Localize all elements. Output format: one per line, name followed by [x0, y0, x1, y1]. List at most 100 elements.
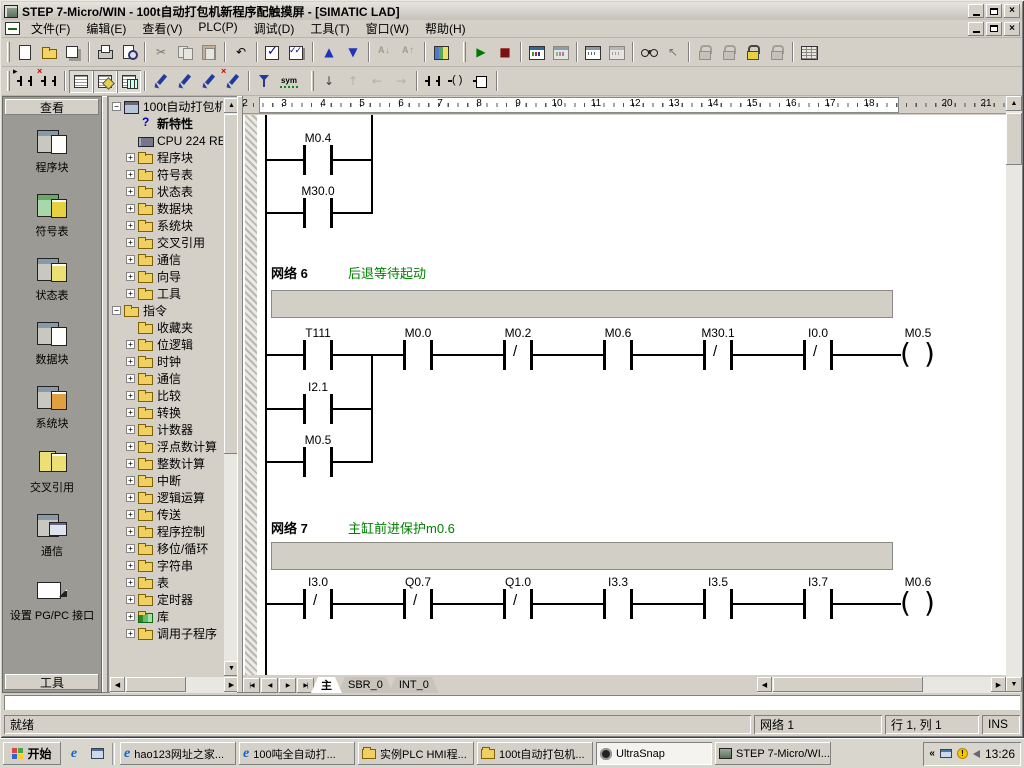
- expand-icon[interactable]: +: [126, 357, 135, 366]
- tree-item-8[interactable]: +交叉引用: [110, 234, 223, 251]
- expand-icon[interactable]: +: [126, 170, 135, 179]
- read-force-button[interactable]: [765, 41, 789, 64]
- view-table-button[interactable]: [117, 70, 141, 93]
- collapse-icon[interactable]: −: [112, 306, 121, 315]
- toolbar-grip[interactable]: [311, 71, 314, 91]
- task-button-5[interactable]: STEP 7-Micro/WI...: [715, 742, 831, 765]
- mdi-system-icon[interactable]: [5, 22, 20, 35]
- expand-icon[interactable]: +: [126, 510, 135, 519]
- insert-contact-button[interactable]: [421, 70, 445, 93]
- pou-tab-2[interactable]: INT_0: [389, 677, 439, 693]
- tree-item-0[interactable]: −100t自动打包机新: [110, 98, 223, 115]
- read-all-button[interactable]: [637, 41, 661, 64]
- tray-volume-icon[interactable]: [973, 750, 980, 758]
- navbar-item-1[interactable]: 符号表: [3, 183, 101, 247]
- expand-icon[interactable]: +: [126, 340, 135, 349]
- tray-alert-icon[interactable]: !: [957, 748, 968, 759]
- editor-hscroll-thumb[interactable]: [773, 677, 923, 692]
- expand-icon[interactable]: +: [126, 221, 135, 230]
- toolbar-grip[interactable]: [463, 42, 466, 62]
- contact-I3.3[interactable]: I3.3: [578, 575, 658, 621]
- tree-item-5[interactable]: +状态表: [110, 183, 223, 200]
- toolbar-grip[interactable]: [7, 71, 10, 91]
- tab-nav-first-icon[interactable]: |◀: [243, 678, 260, 693]
- task-button-4[interactable]: UltraSnap: [596, 742, 712, 765]
- pause-chart-status-button[interactable]: [605, 41, 629, 64]
- menu-item-1[interactable]: 编辑(E): [78, 18, 134, 39]
- save-button[interactable]: [61, 41, 85, 64]
- task-button-1[interactable]: e100吨全自动打...: [239, 742, 355, 765]
- chart-status-button[interactable]: [581, 41, 605, 64]
- menu-item-2[interactable]: 查看(V): [134, 18, 190, 39]
- expand-icon[interactable]: +: [126, 595, 135, 604]
- unforce-button[interactable]: [717, 41, 741, 64]
- expand-icon[interactable]: +: [126, 374, 135, 383]
- program-status-button[interactable]: [525, 41, 549, 64]
- tree-item-6[interactable]: +数据块: [110, 200, 223, 217]
- tree-item-23[interactable]: +逻辑运算: [110, 489, 223, 506]
- navbar-item-7[interactable]: 设置 PG/PC 接口: [3, 567, 101, 631]
- scroll-up-icon[interactable]: ▲: [1006, 96, 1022, 111]
- task-button-3[interactable]: 100t自动打包机...: [477, 742, 593, 765]
- tree-item-15[interactable]: +时钟: [110, 353, 223, 370]
- print-preview-button[interactable]: [117, 41, 141, 64]
- tree-item-3[interactable]: +程序块: [110, 149, 223, 166]
- pou-tab-1[interactable]: SBR_0: [338, 677, 393, 693]
- goto-down-button[interactable]: ↓: [317, 70, 341, 93]
- insert-network-button[interactable]: ▸: [13, 70, 37, 93]
- expand-icon[interactable]: +: [126, 493, 135, 502]
- contact-I3.5[interactable]: I3.5: [678, 575, 758, 621]
- tree-item-11[interactable]: +工具: [110, 285, 223, 302]
- expand-icon[interactable]: +: [126, 289, 135, 298]
- sort-descending-button[interactable]: [397, 41, 421, 64]
- tree-item-16[interactable]: +通信: [110, 370, 223, 387]
- expand-icon[interactable]: +: [126, 272, 135, 281]
- expand-icon[interactable]: +: [126, 187, 135, 196]
- expand-icon[interactable]: +: [126, 459, 135, 468]
- mdi-close-button[interactable]: ×: [1004, 22, 1020, 36]
- view-lad-button[interactable]: [69, 70, 93, 93]
- contact-I3.7[interactable]: I3.7: [778, 575, 858, 621]
- contact-M0.4[interactable]: M0.4: [278, 131, 358, 177]
- copy-button[interactable]: [173, 41, 197, 64]
- expand-icon[interactable]: +: [126, 442, 135, 451]
- contact-M30.1[interactable]: M30.1/: [678, 326, 758, 372]
- tree-item-26[interactable]: +移位/循环: [110, 540, 223, 557]
- expand-icon[interactable]: +: [126, 204, 135, 213]
- mdi-minimize-button[interactable]: [968, 22, 984, 36]
- tree-item-4[interactable]: +符号表: [110, 166, 223, 183]
- contact-T111[interactable]: T111: [278, 326, 358, 372]
- tree-item-12[interactable]: −指令: [110, 302, 223, 319]
- expand-icon[interactable]: +: [126, 527, 135, 536]
- restore-button[interactable]: [986, 4, 1002, 18]
- menu-item-3[interactable]: PLC(P): [190, 18, 245, 39]
- tree-item-1[interactable]: 新特性: [110, 115, 223, 132]
- navbar-header-button[interactable]: 查看: [5, 99, 99, 115]
- tree-item-13[interactable]: 收藏夹: [110, 319, 223, 336]
- tray-collapse-icon[interactable]: «: [929, 748, 935, 759]
- pause-program-status-button[interactable]: [549, 41, 573, 64]
- download-button[interactable]: ▼: [341, 41, 365, 64]
- navbar-item-5[interactable]: 交叉引用: [3, 439, 101, 503]
- menu-item-0[interactable]: 文件(F): [23, 18, 78, 39]
- insert-column-button[interactable]: [173, 70, 197, 93]
- insert-coil-button[interactable]: [445, 70, 469, 93]
- scroll-left-icon[interactable]: ◀: [110, 677, 125, 692]
- editor-scroll-thumb[interactable]: [1006, 113, 1022, 165]
- tree-item-17[interactable]: +比较: [110, 387, 223, 404]
- expand-icon[interactable]: +: [126, 391, 135, 400]
- view-symbols-button[interactable]: [93, 70, 117, 93]
- expand-icon[interactable]: +: [126, 578, 135, 587]
- contact-I3.0[interactable]: I3.0/: [278, 575, 358, 621]
- menu-item-4[interactable]: 调试(D): [246, 18, 303, 39]
- tree-item-29[interactable]: +定时器: [110, 591, 223, 608]
- print-button[interactable]: [93, 41, 117, 64]
- upload-button[interactable]: ▲: [317, 41, 341, 64]
- contact-Q0.7[interactable]: Q0.7/: [378, 575, 458, 621]
- mdi-restore-button[interactable]: [986, 22, 1002, 36]
- coil-M0.6[interactable]: M0.6(): [878, 575, 958, 621]
- cut-button[interactable]: ✂: [149, 41, 173, 64]
- toolbar-grip[interactable]: [7, 42, 10, 62]
- undo-button[interactable]: ↶: [229, 41, 253, 64]
- contact-M0.2[interactable]: M0.2/: [478, 326, 558, 372]
